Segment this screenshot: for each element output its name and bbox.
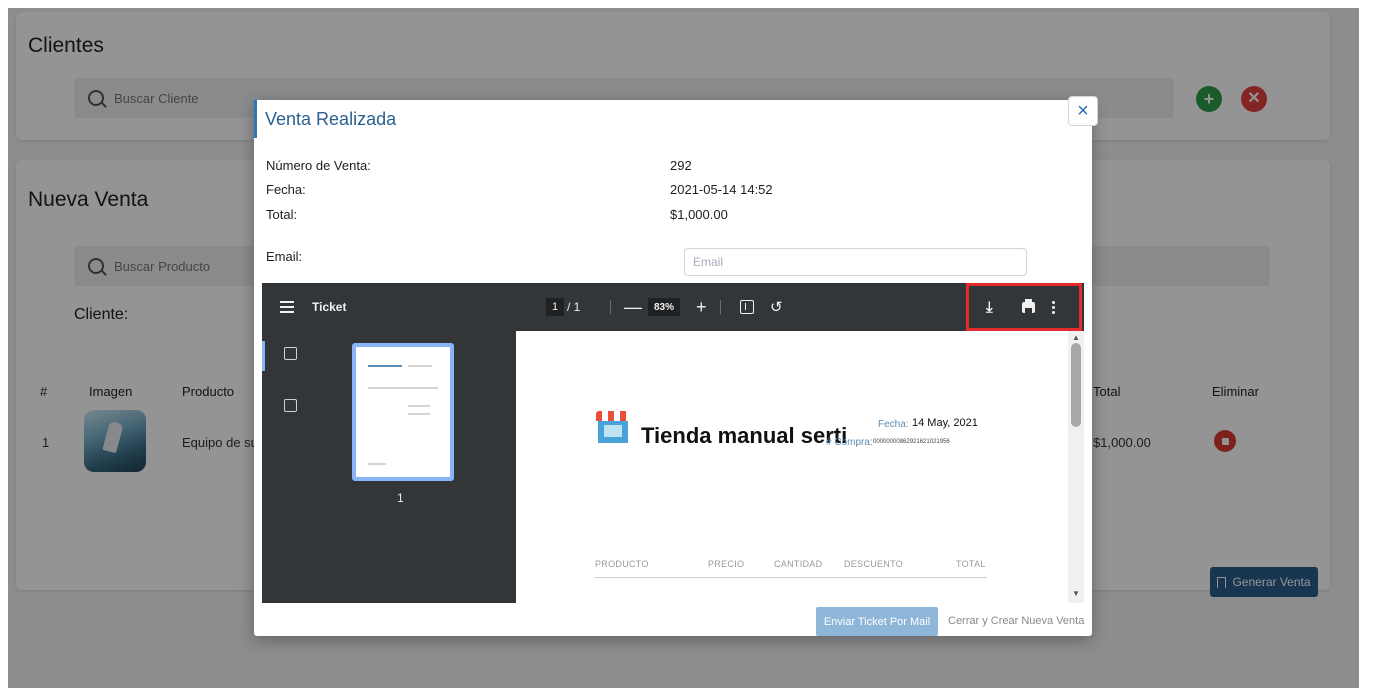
rotate-icon[interactable]: ↺ (770, 283, 783, 331)
venta-realizada-modal: Venta Realizada × Número de Venta: 292 F… (254, 96, 1098, 636)
pdf-doc-title: Ticket (312, 300, 347, 314)
doc-compra-value: 00000000862921621021956 (873, 439, 950, 445)
pdf-sidebar: 1 (262, 331, 516, 603)
outline-icon[interactable] (284, 399, 297, 412)
toolbar-divider (610, 300, 611, 314)
scrollbar-thumb[interactable] (1071, 343, 1081, 427)
print-icon[interactable] (1022, 283, 1035, 331)
send-ticket-button[interactable]: Enviar Ticket Por Mail (816, 607, 938, 636)
pdf-scrollbar[interactable]: ▲ ▼ (1068, 331, 1084, 603)
close-icon[interactable]: × (1068, 96, 1098, 126)
store-logo-icon (596, 411, 630, 445)
thumbnails-icon[interactable] (284, 347, 297, 360)
scroll-up-icon[interactable]: ▲ (1072, 333, 1080, 342)
doc-compra-label: # Compra: (826, 437, 873, 448)
doc-col-cantidad: CANTIDAD (774, 559, 823, 569)
numero-venta-label: Número de Venta: (266, 158, 371, 173)
page-number-input[interactable]: 1 (546, 298, 565, 316)
modal-title: Venta Realizada (254, 100, 1092, 138)
new-sale-link[interactable]: Cerrar y Crear Nueva Venta (948, 615, 1084, 627)
doc-fecha-label: Fecha: (878, 419, 909, 430)
menu-icon[interactable] (280, 283, 294, 331)
zoom-in-button[interactable]: + (696, 283, 707, 331)
thumbnail-page-number: 1 (397, 491, 404, 505)
total-value: $1,000.00 (670, 207, 728, 222)
doc-fecha-value: 14 May, 2021 (912, 417, 978, 429)
page-thumbnail[interactable] (352, 343, 454, 481)
pdf-viewer: Ticket 1 / 1 — 83% + ↺ ⤓ 1 Tienda manual… (262, 283, 1084, 603)
zoom-out-button[interactable]: — (624, 283, 642, 331)
fit-page-icon[interactable] (740, 283, 754, 331)
email-label: Email: (266, 249, 303, 264)
doc-col-descuento: DESCUENTO (844, 559, 904, 569)
download-icon[interactable]: ⤓ (986, 283, 993, 331)
zoom-input[interactable]: 83% (648, 298, 681, 316)
sidebar-active-indicator (262, 341, 265, 371)
fecha-value: 2021-05-14 14:52 (670, 182, 773, 197)
doc-col-precio: PRECIO (708, 559, 745, 569)
page-total: / 1 (567, 300, 581, 314)
pdf-toolbar: Ticket 1 / 1 — 83% + ↺ ⤓ (262, 283, 1084, 331)
store-name: Tienda manual serti (641, 423, 848, 448)
more-icon[interactable] (1052, 283, 1055, 331)
email-field[interactable] (684, 248, 1027, 276)
numero-venta-value: 292 (670, 158, 692, 173)
toolbar-divider (720, 300, 721, 314)
fecha-label: Fecha: (266, 182, 306, 197)
doc-col-total: TOTAL (956, 559, 986, 569)
scroll-down-icon[interactable]: ▼ (1072, 589, 1080, 598)
pdf-document-page: Tienda manual serti Fecha: 14 May, 2021 … (516, 331, 1068, 603)
doc-divider (594, 577, 987, 578)
total-label: Total: (266, 207, 298, 222)
doc-col-producto: PRODUCTO (595, 559, 649, 569)
